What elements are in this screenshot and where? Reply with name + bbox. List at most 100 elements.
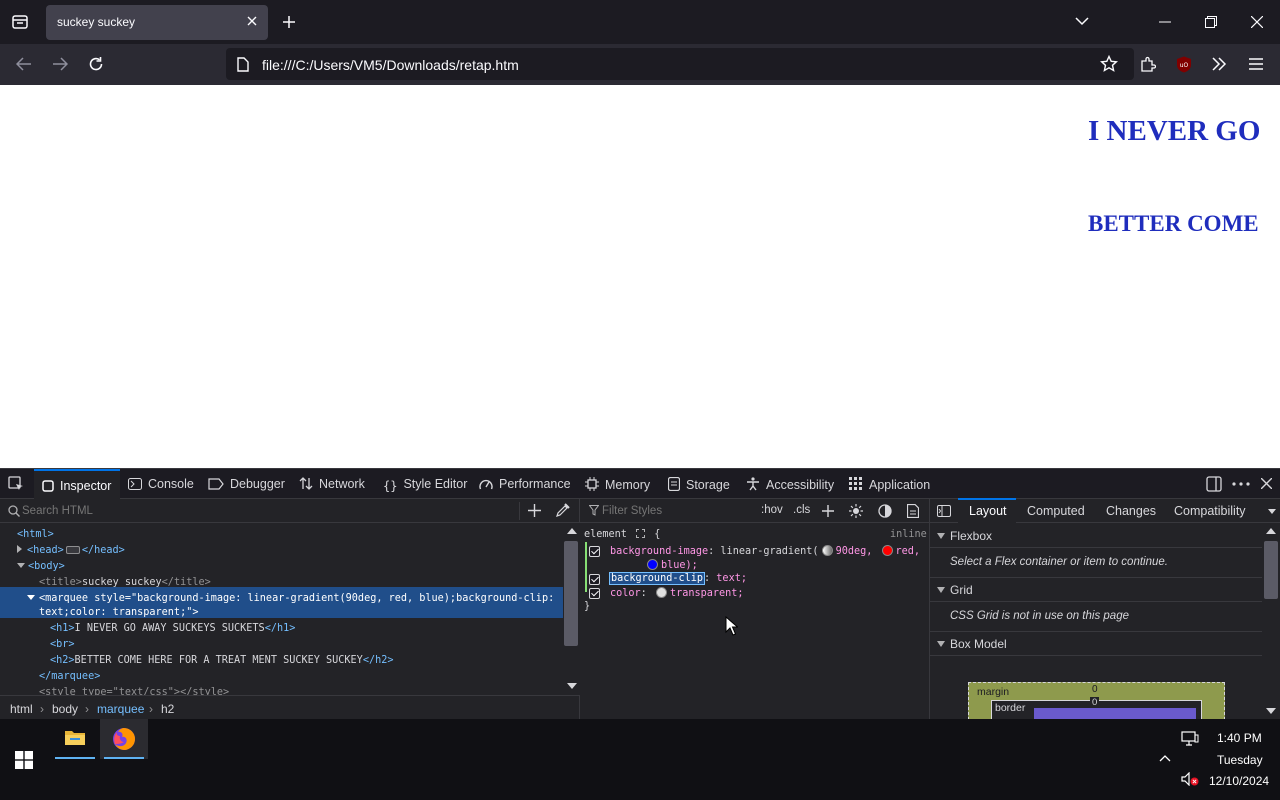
- element-picker-icon[interactable]: [8, 476, 24, 492]
- tab-debugger[interactable]: Debugger: [208, 469, 285, 499]
- scrollbar-thumb[interactable]: [1264, 541, 1278, 599]
- tab-application[interactable]: Application: [849, 469, 930, 499]
- more-tools-icon[interactable]: [1211, 57, 1227, 71]
- clock-day[interactable]: Tuesday: [1217, 753, 1263, 767]
- hov-button[interactable]: :hov: [761, 504, 783, 516]
- scroll-down-icon[interactable]: [567, 683, 577, 689]
- markup-h1[interactable]: <h1>I NEVER GO AWAY SUCKEYS SUCKETS</h1>: [50, 623, 295, 634]
- scroll-up-icon[interactable]: [567, 528, 577, 534]
- dark-mode-icon[interactable]: [878, 504, 892, 518]
- markup-body[interactable]: <body>: [17, 561, 65, 572]
- menu-hamburger-icon[interactable]: [1249, 58, 1263, 70]
- flexbox-section-header[interactable]: Flexbox: [930, 524, 1262, 548]
- back-icon[interactable]: [16, 57, 32, 71]
- border-top-value[interactable]: 0: [1090, 697, 1100, 708]
- grid-section-header[interactable]: Grid: [930, 578, 1262, 602]
- declaration-checkbox[interactable]: [589, 574, 600, 585]
- breadcrumb-marquee[interactable]: marquee: [97, 702, 144, 716]
- bookmark-star-icon[interactable]: [1100, 55, 1118, 73]
- minimize-icon[interactable]: [1159, 21, 1171, 23]
- url-bar[interactable]: file:///C:/Users/VM5/Downloads/retap.htm: [226, 48, 1134, 80]
- rule-source[interactable]: inline: [890, 529, 927, 540]
- firefox-taskbar-button[interactable]: [100, 719, 148, 759]
- markup-html-open[interactable]: <html>: [17, 529, 54, 540]
- margin-top-value[interactable]: 0: [1092, 684, 1098, 695]
- red-swatch-icon[interactable]: [881, 545, 893, 556]
- tab-console[interactable]: Console: [128, 469, 194, 499]
- dock-side-icon[interactable]: [1206, 476, 1222, 492]
- markup-head[interactable]: <head> </head>: [17, 545, 125, 556]
- expand-arrow-icon[interactable]: [17, 545, 22, 553]
- clock-time[interactable]: 1:40 PM: [1217, 731, 1262, 745]
- tab-compatibility[interactable]: Compatibility: [1174, 504, 1246, 518]
- markup-style[interactable]: <style type="text/css"></style>: [39, 687, 229, 695]
- collapse-arrow-icon[interactable]: [17, 563, 25, 568]
- markup-scrollbar[interactable]: [563, 523, 580, 695]
- breadcrumb-body[interactable]: body: [52, 702, 78, 716]
- add-node-icon[interactable]: [528, 504, 541, 517]
- scroll-down-icon[interactable]: [1266, 708, 1276, 714]
- gradient-swatch-icon[interactable]: [821, 545, 833, 556]
- markup-br[interactable]: <br>: [50, 639, 75, 650]
- toggle-sidebar-icon[interactable]: [937, 505, 951, 517]
- tab-active[interactable]: suckey suckey: [46, 5, 268, 40]
- network-status-icon[interactable]: [1181, 731, 1199, 747]
- light-mode-icon[interactable]: [849, 504, 863, 518]
- tab-computed[interactable]: Computed: [1027, 504, 1085, 518]
- close-devtools-icon[interactable]: [1261, 478, 1272, 489]
- breadcrumb-h2[interactable]: h2: [161, 702, 174, 716]
- transparent-swatch-icon[interactable]: [655, 587, 667, 598]
- filter-styles-input[interactable]: [602, 503, 752, 519]
- clock-date[interactable]: 12/10/2024: [1209, 774, 1269, 788]
- file-explorer-button[interactable]: [55, 719, 95, 759]
- declaration-checkbox[interactable]: [589, 546, 600, 557]
- markup-marquee-close[interactable]: </marquee>: [39, 671, 100, 682]
- box-model-section-header[interactable]: Box Model: [930, 632, 1262, 656]
- markup-h2[interactable]: <h2>BETTER COME HERE FOR A TREAT MENT SU…: [50, 655, 394, 666]
- forward-icon[interactable]: [52, 57, 68, 71]
- layout-scrollbar[interactable]: [1262, 523, 1280, 720]
- blue-swatch-icon[interactable]: [647, 559, 658, 570]
- ublock-origin-icon[interactable]: uO: [1176, 56, 1192, 73]
- tab-changes[interactable]: Changes: [1106, 504, 1156, 518]
- tab-network[interactable]: Network: [299, 469, 365, 499]
- highlight-element-icon[interactable]: [636, 529, 646, 538]
- reload-icon[interactable]: [88, 56, 104, 72]
- show-hidden-icons-icon[interactable]: [1159, 754, 1171, 762]
- declaration-background-image[interactable]: background-image: linear-gradient(90deg,…: [610, 545, 920, 557]
- tab-accessibility[interactable]: Accessibility: [746, 469, 834, 499]
- box-model-margin[interactable]: margin 0 border 0: [968, 682, 1225, 720]
- restore-icon[interactable]: [1205, 16, 1217, 28]
- add-rule-icon[interactable]: [822, 505, 834, 517]
- extensions-icon[interactable]: [1140, 56, 1156, 72]
- scrollbar-thumb[interactable]: [564, 541, 578, 646]
- cls-button[interactable]: .cls: [793, 504, 810, 516]
- devtools-menu-icon[interactable]: [1232, 482, 1250, 486]
- declaration-color[interactable]: color: transparent;: [610, 587, 744, 599]
- markup-marquee-open[interactable]: <marquee style="background-image: linear…: [27, 593, 554, 604]
- box-model-border[interactable]: border 0: [991, 697, 1202, 719]
- eyedropper-icon[interactable]: [556, 503, 570, 517]
- print-media-icon[interactable]: [907, 504, 919, 518]
- tab-performance[interactable]: Performance: [479, 469, 571, 499]
- more-tabs-icon[interactable]: [1268, 509, 1276, 514]
- firefox-view-icon[interactable]: [11, 13, 29, 31]
- close-window-icon[interactable]: [1251, 16, 1263, 28]
- rule-selector[interactable]: element {: [584, 529, 660, 540]
- tab-inspector[interactable]: Inspector: [34, 469, 120, 499]
- tab-style-editor[interactable]: {} Style Editor: [383, 469, 467, 499]
- scroll-up-icon[interactable]: [1266, 528, 1276, 534]
- search-html-input[interactable]: [22, 503, 512, 519]
- tab-memory[interactable]: Memory: [585, 469, 650, 499]
- collapse-arrow-icon[interactable]: [27, 595, 35, 600]
- new-tab-icon[interactable]: [282, 15, 296, 29]
- volume-muted-icon[interactable]: [1181, 772, 1199, 786]
- close-tab-icon[interactable]: [246, 15, 258, 27]
- declaration-checkbox[interactable]: [589, 588, 600, 599]
- breadcrumb-html[interactable]: html: [10, 702, 33, 716]
- windows-start-icon[interactable]: [15, 751, 33, 769]
- declaration-background-clip[interactable]: background-clip: text;: [608, 572, 747, 585]
- collapsed-ellipsis-icon[interactable]: [65, 546, 80, 554]
- tab-storage[interactable]: Storage: [668, 469, 730, 499]
- list-all-tabs-icon[interactable]: [1075, 16, 1089, 26]
